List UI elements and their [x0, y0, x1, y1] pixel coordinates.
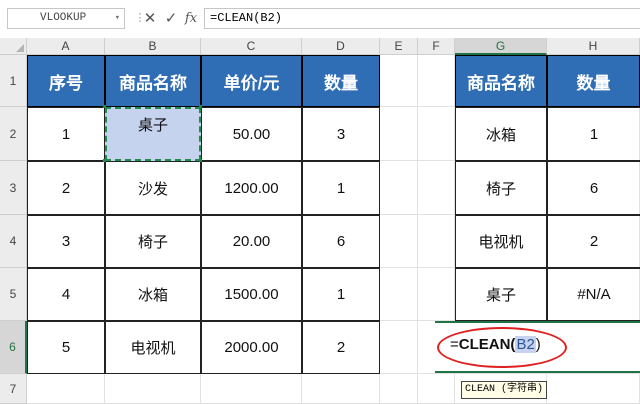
- left-table-cell[interactable]: 20.00: [201, 215, 302, 268]
- grid-cell[interactable]: [418, 268, 455, 321]
- right-table-cell[interactable]: 桌子: [455, 268, 547, 321]
- column-header-d[interactable]: D: [302, 38, 380, 55]
- right-table-cell[interactable]: 2: [547, 215, 640, 268]
- cancel-icon[interactable]: ✕: [141, 8, 159, 29]
- row-header-4[interactable]: 4: [0, 215, 27, 268]
- left-table-cell[interactable]: 电视机: [105, 321, 201, 374]
- formula-bar: VLOOKUP ▾ ⋮ ✕ ✓ fx =CLEAN(B2): [0, 0, 640, 38]
- grid-cell[interactable]: [380, 161, 418, 215]
- column-header-h[interactable]: H: [547, 38, 640, 55]
- row-header-2[interactable]: 2: [0, 107, 27, 161]
- grid-cell[interactable]: [418, 161, 455, 215]
- right-table-header[interactable]: 数量: [547, 55, 640, 107]
- name-box-value: VLOOKUP: [40, 12, 87, 24]
- grid-cell[interactable]: [380, 215, 418, 268]
- select-all-triangle-icon: [16, 44, 24, 52]
- left-table-cell[interactable]: 50.00: [201, 107, 302, 161]
- column-header-c[interactable]: C: [201, 38, 302, 55]
- annotation-ellipse: [437, 327, 567, 368]
- row-header-1[interactable]: 1: [0, 55, 27, 107]
- right-table-cell[interactable]: 椅子: [455, 161, 547, 215]
- grid-cell[interactable]: [380, 374, 418, 404]
- left-table-header[interactable]: 商品名称: [105, 55, 201, 107]
- grid-cell[interactable]: [418, 107, 455, 161]
- column-header-g[interactable]: G: [455, 38, 547, 55]
- right-table-cell[interactable]: 冰箱: [455, 107, 547, 161]
- enter-icon[interactable]: ✓: [162, 8, 180, 29]
- left-table-cell[interactable]: 3: [27, 215, 105, 268]
- grid-cell[interactable]: [380, 321, 418, 374]
- left-table-cell[interactable]: 3: [302, 107, 380, 161]
- grid-cell[interactable]: [201, 374, 302, 404]
- grid-cell[interactable]: [380, 268, 418, 321]
- right-table-cell[interactable]: 6: [547, 161, 640, 215]
- chevron-down-icon[interactable]: ▾: [115, 9, 120, 28]
- left-table-cell[interactable]: 桌子: [105, 107, 201, 161]
- left-table-cell[interactable]: 5: [27, 321, 105, 374]
- left-table-header[interactable]: 单价/元: [201, 55, 302, 107]
- row-header-6[interactable]: 6: [0, 321, 27, 374]
- column-header-a[interactable]: A: [27, 38, 105, 55]
- left-table-header[interactable]: 数量: [302, 55, 380, 107]
- grid-cell[interactable]: [547, 374, 640, 404]
- grid-cell[interactable]: [27, 374, 105, 404]
- left-table-cell[interactable]: 1: [302, 161, 380, 215]
- left-table-cell[interactable]: 1200.00: [201, 161, 302, 215]
- left-table-cell[interactable]: 1500.00: [201, 268, 302, 321]
- left-table-cell[interactable]: 4: [27, 268, 105, 321]
- grid-cell[interactable]: [418, 55, 455, 107]
- left-table-cell[interactable]: 冰箱: [105, 268, 201, 321]
- left-table-cell[interactable]: 2: [27, 161, 105, 215]
- left-table-cell[interactable]: 1: [302, 268, 380, 321]
- formula-input[interactable]: =CLEAN(B2): [204, 8, 640, 29]
- column-header-e[interactable]: E: [380, 38, 418, 55]
- grid-cell[interactable]: [105, 374, 201, 404]
- grid-cell[interactable]: [418, 215, 455, 268]
- column-header-b[interactable]: B: [105, 38, 201, 55]
- row-header-3[interactable]: 3: [0, 161, 27, 215]
- left-table-cell[interactable]: 沙发: [105, 161, 201, 215]
- right-table-cell[interactable]: 1: [547, 107, 640, 161]
- right-table-cell[interactable]: 电视机: [455, 215, 547, 268]
- left-table-cell[interactable]: 1: [27, 107, 105, 161]
- left-table-cell[interactable]: 椅子: [105, 215, 201, 268]
- name-box[interactable]: VLOOKUP ▾: [7, 8, 125, 29]
- left-table-cell[interactable]: 2: [302, 321, 380, 374]
- grid-cell[interactable]: [302, 374, 380, 404]
- left-table-header[interactable]: 序号: [27, 55, 105, 107]
- row-header-5[interactable]: 5: [0, 268, 27, 321]
- column-header-f[interactable]: F: [418, 38, 455, 55]
- function-tooltip: CLEAN (字符串): [461, 381, 548, 399]
- select-all-corner[interactable]: [0, 38, 27, 55]
- row-header-7[interactable]: 7: [0, 374, 27, 404]
- insert-function-icon[interactable]: fx: [182, 8, 200, 29]
- right-table-header[interactable]: 商品名称: [455, 55, 547, 107]
- grid-cell[interactable]: [418, 374, 455, 404]
- left-table-cell[interactable]: 2000.00: [201, 321, 302, 374]
- right-table-cell[interactable]: #N/A: [547, 268, 640, 321]
- grid-cell[interactable]: [380, 107, 418, 161]
- left-table-cell[interactable]: 6: [302, 215, 380, 268]
- grid-cell[interactable]: [380, 55, 418, 107]
